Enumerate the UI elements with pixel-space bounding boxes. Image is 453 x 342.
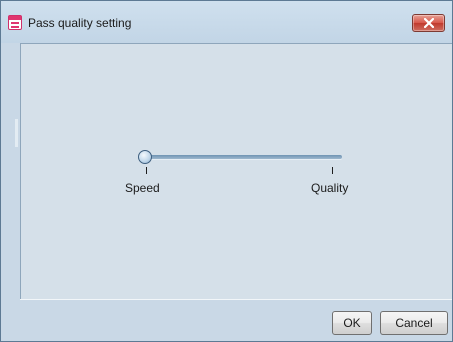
title-bar[interactable]: Pass quality setting bbox=[1, 1, 452, 43]
speed-tick bbox=[146, 167, 147, 174]
slider-track[interactable] bbox=[144, 155, 342, 159]
window-title: Pass quality setting bbox=[28, 16, 132, 30]
close-button[interactable] bbox=[412, 14, 445, 32]
ok-button[interactable]: OK bbox=[332, 311, 372, 335]
app-icon bbox=[8, 15, 22, 30]
content-panel bbox=[20, 43, 452, 299]
cancel-button[interactable]: Cancel bbox=[380, 311, 448, 335]
quality-tick bbox=[332, 167, 333, 174]
close-icon bbox=[424, 18, 434, 28]
quality-slider[interactable] bbox=[138, 150, 344, 164]
button-bar-divider bbox=[20, 299, 452, 300]
speed-label: Speed bbox=[125, 181, 160, 195]
slider-thumb[interactable] bbox=[138, 150, 152, 164]
left-edge-marker bbox=[15, 119, 18, 147]
quality-label: Quality bbox=[311, 181, 349, 195]
dialog-window: Pass quality setting Speed Quality OK Ca… bbox=[0, 0, 453, 342]
